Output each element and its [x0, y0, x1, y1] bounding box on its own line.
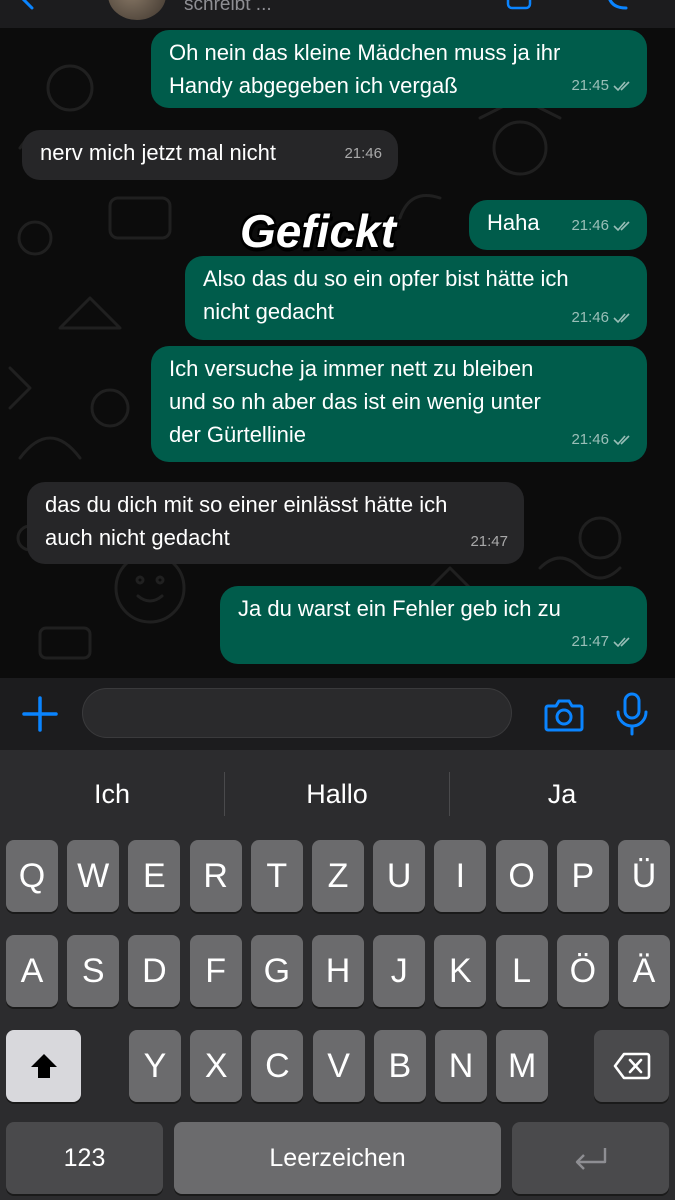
message-meta: 21:46 — [571, 209, 633, 242]
message-text: nerv mich jetzt mal nicht — [40, 140, 276, 165]
numbers-key[interactable]: 123 — [6, 1122, 163, 1194]
key-k[interactable]: K — [434, 935, 487, 1007]
key-v[interactable]: V — [312, 1030, 365, 1102]
avatar[interactable] — [108, 0, 166, 20]
double-check-icon — [613, 434, 630, 445]
return-icon — [575, 1148, 606, 1170]
key-i[interactable]: I — [434, 840, 487, 912]
message-time: 21:47 — [470, 533, 508, 550]
key-z[interactable]: Z — [312, 840, 364, 912]
key-ü[interactable]: Ü — [618, 840, 670, 912]
message-text: Oh nein das kleine Mädchen muss ja ihr H… — [169, 40, 561, 98]
double-check-icon — [613, 312, 630, 323]
chat-header: schreibt ... — [0, 0, 675, 28]
key-u[interactable]: U — [373, 840, 426, 912]
suggestion-item[interactable]: Ich — [0, 750, 224, 838]
key-m[interactable]: M — [496, 1030, 549, 1102]
key-a[interactable]: A — [6, 935, 58, 1007]
message-outgoing[interactable]: Also das du so ein opfer bist hätte ich … — [185, 256, 647, 340]
key-ö[interactable]: Ö — [556, 935, 609, 1007]
message-time: 21:45 — [571, 77, 609, 94]
message-time: 21:47 — [571, 633, 609, 650]
keyboard: Ich Hallo Ja QWERTZUIOPÜ ASDFGHJKLÖÄ YXC… — [0, 750, 675, 1200]
key-l[interactable]: L — [495, 935, 548, 1007]
message-text: das du dich mit so einer einlässt hätte … — [45, 492, 448, 550]
message-meta: 21:47 — [470, 525, 508, 558]
key-h[interactable]: H — [312, 935, 364, 1007]
return-key[interactable] — [512, 1122, 669, 1194]
overlay-text: Gefickt — [240, 205, 396, 257]
key-p[interactable]: P — [556, 840, 609, 912]
video-icon[interactable] — [506, 0, 532, 12]
delete-key[interactable] — [594, 1030, 669, 1102]
microphone-icon[interactable] — [612, 692, 652, 736]
key-g[interactable]: G — [250, 935, 303, 1007]
key-j[interactable]: J — [373, 935, 426, 1007]
suggestion-bar: Ich Hallo Ja — [0, 750, 675, 838]
message-input[interactable] — [82, 688, 512, 738]
message-meta: 21:46 — [344, 137, 382, 170]
key-c[interactable]: C — [251, 1030, 304, 1102]
double-check-icon — [613, 636, 630, 647]
message-time: 21:46 — [344, 145, 382, 162]
space-key[interactable]: Leerzeichen — [174, 1122, 501, 1194]
message-text: Ja du warst ein Fehler geb ich zu — [238, 596, 561, 621]
key-b[interactable]: B — [373, 1030, 426, 1102]
key-n[interactable]: N — [435, 1030, 487, 1102]
suggestion-item[interactable]: Hallo — [225, 750, 449, 838]
key-e[interactable]: E — [128, 840, 181, 912]
message-time: 21:46 — [571, 309, 609, 326]
message-meta: 21:47 — [571, 625, 633, 658]
key-ä[interactable]: Ä — [618, 935, 670, 1007]
typing-status: schreibt ... — [184, 0, 272, 15]
key-y[interactable]: Y — [129, 1030, 181, 1102]
message-meta: 21:45 — [571, 69, 633, 102]
message-incoming[interactable]: nerv mich jetzt mal nicht 21:46 — [22, 130, 398, 180]
double-check-icon — [613, 80, 630, 91]
double-check-icon — [613, 220, 630, 231]
key-d[interactable]: D — [128, 935, 181, 1007]
key-x[interactable]: X — [190, 1030, 243, 1102]
key-t[interactable]: T — [250, 840, 303, 912]
message-text: Ich versuche ja immer nett zu bleiben un… — [169, 356, 541, 447]
message-time: 21:46 — [571, 431, 609, 448]
key-o[interactable]: O — [495, 840, 548, 912]
plus-icon[interactable] — [20, 694, 60, 734]
back-chevron-icon[interactable] — [18, 0, 38, 10]
suggestion-item[interactable]: Ja — [450, 750, 674, 838]
message-outgoing[interactable]: Ich versuche ja immer nett zu bleiben un… — [151, 346, 647, 462]
delete-icon — [613, 1052, 650, 1080]
message-time: 21:46 — [571, 217, 609, 234]
message-incoming[interactable]: das du dich mit so einer einlässt hätte … — [27, 482, 524, 564]
message-meta: 21:46 — [571, 423, 633, 456]
key-w[interactable]: W — [67, 840, 120, 912]
key-q[interactable]: Q — [6, 840, 58, 912]
message-outgoing[interactable]: Haha 21:46 — [469, 200, 647, 250]
message-outgoing[interactable]: Ja du warst ein Fehler geb ich zu 21:47 — [220, 586, 647, 664]
camera-icon[interactable] — [543, 694, 585, 736]
shift-key[interactable] — [6, 1030, 81, 1102]
phone-icon[interactable] — [604, 0, 630, 12]
message-text: Also das du so ein opfer bist hätte ich … — [203, 266, 569, 324]
chat-area[interactable]: Oh nein das kleine Mädchen muss ja ihr H… — [0, 28, 675, 678]
shift-icon — [30, 1054, 57, 1078]
key-r[interactable]: R — [189, 840, 242, 912]
key-f[interactable]: F — [189, 935, 242, 1007]
message-meta: 21:46 — [571, 301, 633, 334]
key-s[interactable]: S — [67, 935, 120, 1007]
message-input-bar — [0, 678, 675, 750]
message-outgoing[interactable]: Oh nein das kleine Mädchen muss ja ihr H… — [151, 30, 647, 108]
